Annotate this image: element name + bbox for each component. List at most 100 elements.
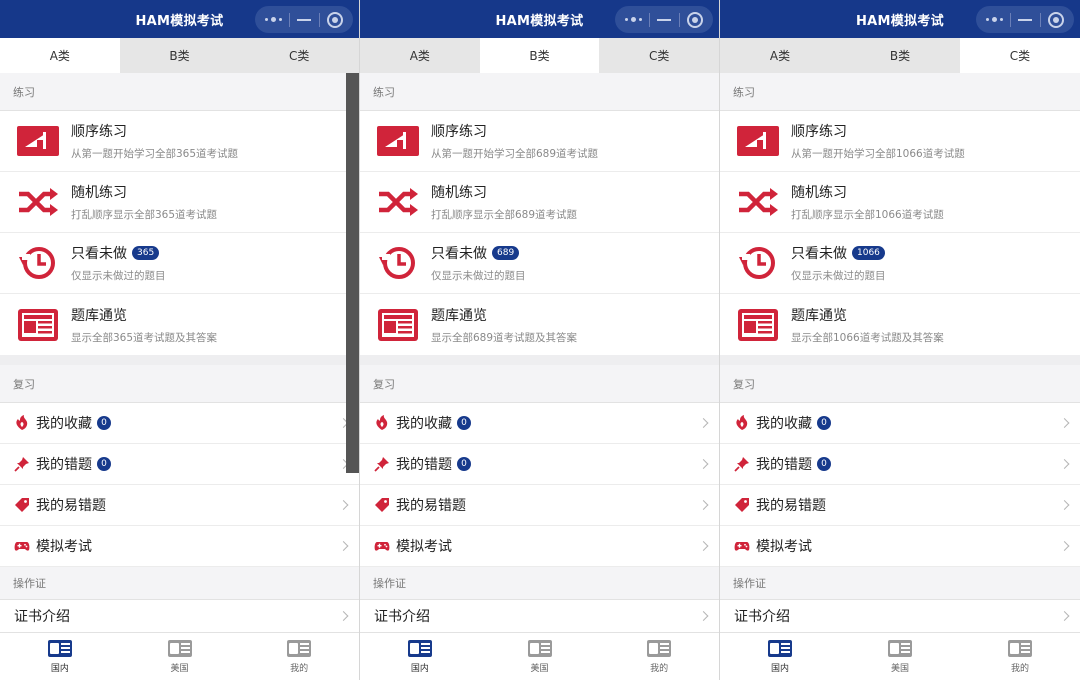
- tab-a[interactable]: A类: [720, 38, 840, 73]
- practice-list: 顺序练习 从第一题开始学习全部1066道考试题 随机练习 打乱顺序显示全部106…: [720, 111, 1080, 355]
- favorites-count-badge: 0: [817, 416, 831, 430]
- more-dots-icon[interactable]: [624, 17, 642, 22]
- tab-a[interactable]: A类: [360, 38, 480, 73]
- id-card-icon: [768, 639, 792, 657]
- sequential-practice-item[interactable]: 顺序练习 从第一题开始学习全部689道考试题: [360, 111, 719, 172]
- cert-intro-item[interactable]: 证书介绍: [360, 600, 719, 632]
- undone-only-item[interactable]: 只看未做 1066 仅显示未做过的题目: [720, 233, 1080, 294]
- capsule-divider: [318, 12, 320, 27]
- random-practice-item[interactable]: 随机练习 打乱顺序显示全部365道考试题: [0, 172, 359, 233]
- practice-list: 顺序练习 从第一题开始学习全部689道考试题 随机练习 打乱顺序显示全部689道…: [360, 111, 719, 355]
- id-card-icon: [287, 639, 312, 657]
- chevron-right-icon: [1059, 611, 1070, 621]
- minimize-icon[interactable]: [1018, 18, 1033, 21]
- minimize-icon[interactable]: [657, 18, 672, 21]
- chevron-right-icon: [338, 611, 349, 621]
- random-practice-subtitle: 打乱顺序显示全部689道考试题: [431, 209, 578, 221]
- error-prone-label: 我的易错题: [756, 498, 826, 514]
- pushpin-icon: [374, 456, 390, 472]
- nav-mine[interactable]: 我的: [960, 633, 1080, 680]
- question-bank-subtitle: 显示全部365道考试题及其答案: [71, 331, 218, 344]
- question-bank-item[interactable]: 题库通览 显示全部365道考试题及其答案: [0, 294, 359, 355]
- nav-mine[interactable]: 我的: [239, 633, 359, 680]
- mock-exam-item[interactable]: 模拟考试: [0, 526, 359, 567]
- question-bank-title: 题库通览: [791, 307, 847, 324]
- history-clock-icon: [737, 245, 779, 281]
- practice-list: 顺序练习 从第一题开始学习全部365道考试题 随机练习 打乱顺序显示全部365道…: [0, 111, 359, 355]
- wrong-answers-label: 我的错题: [756, 457, 812, 473]
- nav-mine[interactable]: 我的: [599, 633, 719, 680]
- id-card-icon: [407, 639, 432, 657]
- chevron-right-icon: [1059, 541, 1070, 551]
- nav-domestic-label: 国内: [410, 663, 429, 674]
- chevron-right-icon: [1059, 500, 1070, 510]
- close-target-icon[interactable]: [687, 11, 704, 28]
- scrollbar[interactable]: [346, 73, 359, 473]
- tab-c[interactable]: C类: [599, 38, 719, 73]
- question-bank-item[interactable]: 题库通览 显示全部689道考试题及其答案: [360, 294, 719, 355]
- error-prone-label: 我的易错题: [396, 498, 466, 514]
- content-area: 练习 顺序练习 从第一题开始学习全部365道考试题 随机练习 打乱顺序显示全部3…: [0, 73, 359, 632]
- error-prone-item[interactable]: 我的易错题: [720, 485, 1080, 526]
- close-target-icon[interactable]: [327, 11, 344, 28]
- cert-intro-item[interactable]: 证书介绍: [0, 600, 359, 632]
- nav-mine-label: 我的: [1010, 663, 1029, 674]
- sequential-practice-subtitle: 从第一题开始学习全部365道考试题: [71, 148, 239, 160]
- mock-exam-item[interactable]: 模拟考试: [720, 526, 1080, 567]
- wrong-answers-item[interactable]: 我的错题 0: [360, 444, 719, 485]
- sequential-practice-icon: [737, 123, 779, 159]
- section-review-title: 复习: [720, 365, 1080, 403]
- tab-c[interactable]: C类: [960, 38, 1080, 73]
- close-target-icon[interactable]: [1048, 11, 1065, 28]
- undone-only-item[interactable]: 只看未做 365 仅显示未做过的题目: [0, 233, 359, 294]
- section-practice-title: 练习: [720, 73, 1080, 111]
- question-bank-title: 题库通览: [431, 307, 487, 324]
- sequential-practice-item[interactable]: 顺序练习 从第一题开始学习全部365道考试题: [0, 111, 359, 172]
- shuffle-icon: [17, 184, 59, 220]
- wrong-answers-item[interactable]: 我的错题 0: [720, 444, 1080, 485]
- tab-b[interactable]: B类: [840, 38, 960, 73]
- undone-only-subtitle: 仅显示未做过的题目: [791, 270, 886, 282]
- wrong-answers-item[interactable]: 我的错题 0: [0, 444, 359, 485]
- sequential-practice-item[interactable]: 顺序练习 从第一题开始学习全部1066道考试题: [720, 111, 1080, 172]
- more-dots-icon[interactable]: [985, 17, 1003, 22]
- favorites-item[interactable]: 我的收藏 0: [720, 403, 1080, 444]
- newspaper-icon: [737, 307, 779, 343]
- wrong-answers-label: 我的错题: [36, 457, 92, 473]
- nav-domestic[interactable]: 国内: [0, 633, 120, 680]
- question-bank-item[interactable]: 题库通览 显示全部1066道考试题及其答案: [720, 294, 1080, 355]
- random-practice-item[interactable]: 随机练习 打乱顺序显示全部1066道考试题: [720, 172, 1080, 233]
- section-gap: [0, 355, 359, 365]
- mini-program-capsule: [976, 6, 1074, 33]
- undone-only-item[interactable]: 只看未做 689 仅显示未做过的题目: [360, 233, 719, 294]
- favorites-item[interactable]: 我的收藏 0: [0, 403, 359, 444]
- nav-usa[interactable]: 美国: [120, 633, 240, 680]
- section-gap: [720, 355, 1080, 365]
- favorites-item[interactable]: 我的收藏 0: [360, 403, 719, 444]
- error-prone-item[interactable]: 我的易错题: [0, 485, 359, 526]
- nav-mine-label: 我的: [650, 663, 669, 674]
- review-list: 我的收藏 0 我的错题 0 我的易错题 模拟考试: [720, 403, 1080, 567]
- pushpin-icon: [734, 456, 750, 472]
- id-card-icon: [647, 639, 672, 657]
- mock-exam-item[interactable]: 模拟考试: [360, 526, 719, 567]
- minimize-icon[interactable]: [297, 18, 312, 21]
- content-area: 练习 顺序练习 从第一题开始学习全部1066道考试题 随机练习 打乱顺序显示全部…: [720, 73, 1080, 632]
- random-practice-item[interactable]: 随机练习 打乱顺序显示全部689道考试题: [360, 172, 719, 233]
- history-clock-icon: [377, 245, 419, 281]
- favorites-label: 我的收藏: [756, 416, 812, 432]
- nav-domestic[interactable]: 国内: [360, 633, 480, 680]
- tab-c[interactable]: C类: [239, 38, 359, 73]
- tab-b[interactable]: B类: [120, 38, 240, 73]
- nav-usa[interactable]: 美国: [480, 633, 600, 680]
- pushpin-icon: [14, 456, 30, 472]
- cert-intro-label: 证书介绍: [374, 609, 430, 625]
- tab-a[interactable]: A类: [0, 38, 120, 73]
- nav-domestic[interactable]: 国内: [720, 633, 840, 680]
- error-prone-item[interactable]: 我的易错题: [360, 485, 719, 526]
- cert-intro-item[interactable]: 证书介绍: [720, 600, 1080, 632]
- more-dots-icon[interactable]: [264, 17, 282, 22]
- sequential-practice-icon: [17, 123, 59, 159]
- nav-usa[interactable]: 美国: [840, 633, 960, 680]
- tab-b[interactable]: B类: [479, 38, 600, 73]
